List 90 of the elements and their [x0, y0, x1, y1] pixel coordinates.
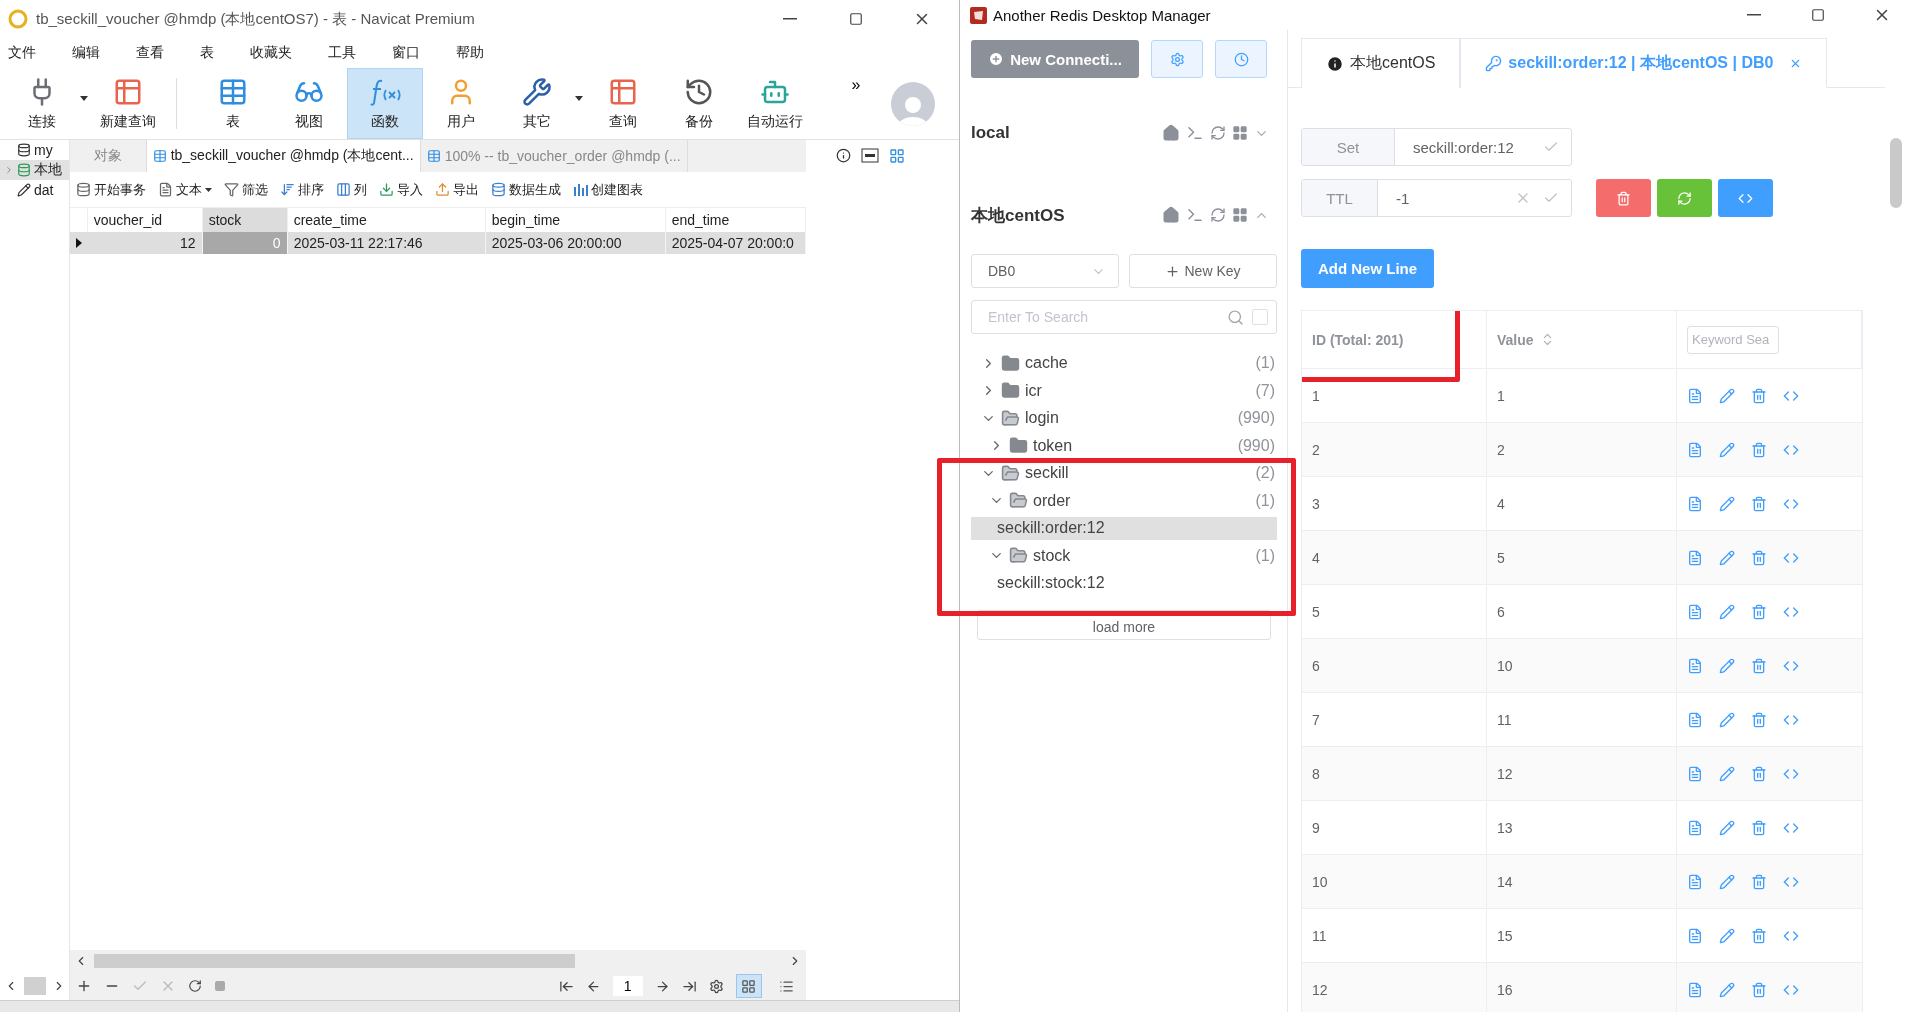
toolbar-button[interactable]: 表 — [195, 68, 271, 139]
table-cell: 6 — [1487, 585, 1677, 638]
table-cell: 11 — [1302, 909, 1487, 962]
new-key-button[interactable]: New Key — [1129, 254, 1277, 288]
key-name-field[interactable]: Set seckill:order:12 — [1301, 128, 1572, 166]
toolbar-button[interactable]: 查询 — [585, 68, 661, 139]
tree-item[interactable]: 本地 — [0, 160, 69, 180]
menu-item[interactable]: 编辑 — [72, 44, 100, 62]
table-cell: 10 — [1302, 855, 1487, 908]
table-cell: 12 — [1487, 747, 1677, 800]
action-button[interactable]: 创建图表 — [572, 180, 643, 199]
table-cell: 4 — [1302, 531, 1487, 584]
table-cell: 1 — [1487, 369, 1677, 422]
action-button[interactable]: 开始事务 — [75, 180, 146, 199]
menu-item[interactable]: 工具 — [328, 44, 356, 62]
toolbar-button[interactable]: 自动运行 — [737, 68, 813, 139]
toolbar-button[interactable]: 连接 — [4, 68, 80, 139]
page-field[interactable]: 1 — [612, 976, 643, 996]
table-cell: 5 — [1302, 585, 1487, 638]
table-cell: 6 — [1302, 639, 1487, 692]
toolbar-button[interactable]: 函数 — [347, 68, 423, 139]
folder-label[interactable]: seckill — [1025, 464, 1069, 483]
column-header[interactable]: stock — [202, 208, 288, 232]
connection-name[interactable]: 本地centOS — [971, 203, 1162, 227]
tab[interactable]: 本地centOS — [1301, 38, 1461, 88]
action-button[interactable]: 导入 — [378, 180, 423, 199]
table-cell: 3 — [1302, 477, 1487, 530]
menu-item[interactable]: 帮助 — [456, 44, 484, 62]
menu-item[interactable]: 文件 — [8, 44, 36, 62]
table-cell: 0 — [202, 232, 288, 254]
action-button[interactable]: 列 — [335, 180, 367, 199]
item-count: (1) — [1255, 354, 1276, 373]
action-button[interactable]: 筛选 — [223, 180, 268, 199]
key-type-label: Set — [1302, 129, 1395, 165]
tree-item[interactable]: my — [0, 140, 69, 160]
table-cell: 10 — [1487, 639, 1677, 692]
window-title: Another Redis Desktop Manager — [993, 6, 1212, 24]
folder-label[interactable]: icr — [1025, 381, 1042, 400]
table-cell: 2 — [1302, 423, 1487, 476]
action-button[interactable]: 排序 — [279, 180, 324, 199]
table-cell: 8 — [1302, 747, 1487, 800]
table-cell: 9 — [1302, 801, 1487, 854]
folder-label[interactable]: cache — [1025, 354, 1068, 373]
table-cell: 5 — [1487, 531, 1677, 584]
search-field[interactable]: Enter To Search — [971, 300, 1277, 334]
table-cell: 4 — [1487, 477, 1677, 530]
toolbar-button[interactable]: 其它 — [499, 68, 575, 139]
key-item[interactable]: seckill:order:12 — [971, 517, 1277, 540]
menu-item[interactable]: 窗口 — [392, 44, 420, 62]
db-select[interactable]: DB0 — [971, 254, 1119, 288]
ttl-field[interactable]: TTL -1 — [1301, 179, 1572, 217]
connection-name[interactable]: local — [971, 123, 1162, 143]
menu-item[interactable]: 表 — [200, 44, 214, 62]
action-button[interactable]: 数据生成 — [490, 180, 561, 199]
folder-label[interactable]: token — [1033, 436, 1073, 455]
keyword-search-field[interactable]: Keyword Sea — [1687, 325, 1779, 354]
table-cell: 16 — [1487, 963, 1677, 1012]
folder-label[interactable]: stock — [1033, 546, 1071, 565]
folder-label[interactable]: order — [1033, 491, 1071, 510]
column-header: ID (Total: 201) — [1312, 331, 1404, 348]
more-button[interactable]: » — [841, 76, 871, 94]
table-cell: 11 — [1487, 693, 1677, 746]
ttl-label: TTL — [1302, 180, 1378, 216]
item-count: (1) — [1255, 546, 1276, 565]
table-cell: 2 — [1487, 423, 1677, 476]
key-item[interactable]: seckill:stock:12 — [971, 572, 1277, 595]
item-count: (990) — [1237, 409, 1276, 428]
table-cell: 13 — [1487, 801, 1677, 854]
tab[interactable]: tb_seckill_voucher @hmdp (本地cent... — [146, 140, 421, 172]
item-count: (1) — [1255, 491, 1276, 510]
item-count: (990) — [1237, 436, 1276, 455]
toolbar-button[interactable]: 备份 — [661, 68, 737, 139]
table-row[interactable]: 12 0 2025-03-11 22:17:46 2025-03-06 20:00:00 2025-04-07 20:00:0 — [69, 232, 806, 254]
table-cell: 15 — [1487, 909, 1677, 962]
menu-item[interactable]: 收藏夹 — [250, 44, 292, 62]
tree-item[interactable]: dat — [0, 180, 69, 200]
item-count: (2) — [1255, 464, 1276, 483]
table-cell: 14 — [1487, 855, 1677, 908]
table-cell: 12 — [1302, 963, 1487, 1012]
item-count: (7) — [1255, 381, 1276, 400]
action-button[interactable]: 文本 — [157, 180, 212, 199]
toolbar-button[interactable]: 视图 — [271, 68, 347, 139]
window-title: tb_seckill_voucher @hmdp (本地centOS7) - 表 - Navicat Premium — [36, 9, 476, 29]
action-button[interactable]: 导出 — [434, 180, 479, 199]
menu-item[interactable]: 查看 — [136, 44, 164, 62]
folder-label[interactable]: login — [1025, 409, 1059, 428]
toolbar-button[interactable]: 用户 — [423, 68, 499, 139]
table-cell: 1 — [1302, 369, 1487, 422]
toolbar-button[interactable]: 新建查询 — [90, 68, 166, 139]
table-cell: 7 — [1302, 693, 1487, 746]
